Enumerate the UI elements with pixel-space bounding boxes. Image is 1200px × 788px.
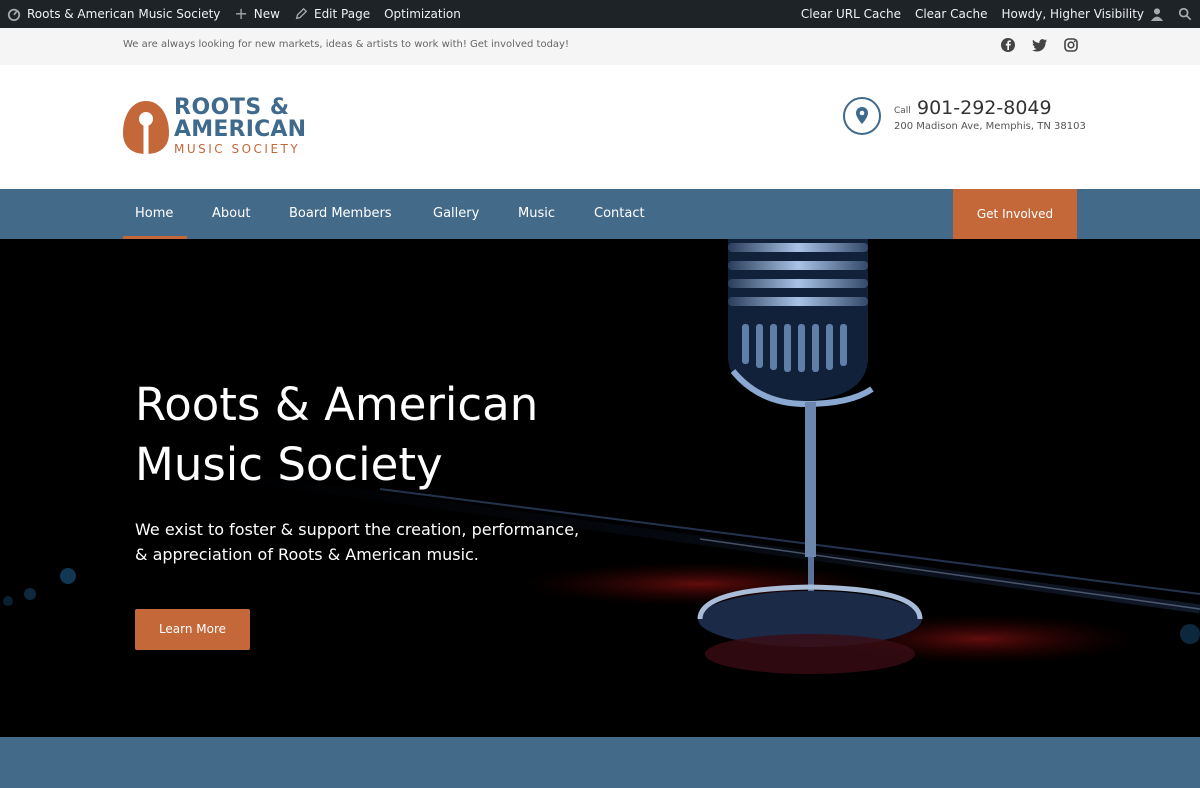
- pencil-icon: [295, 7, 308, 20]
- wp-admin-bar: Roots & American Music Society + New Edi…: [0, 0, 1200, 28]
- top-announcement-bar: We are always looking for new markets, i…: [0, 28, 1200, 65]
- nav-home[interactable]: Home: [135, 189, 173, 239]
- clear-url-cache-button[interactable]: Clear URL Cache: [794, 0, 908, 28]
- nav-music[interactable]: Music: [518, 189, 555, 239]
- logo-line-1: ROOTS &: [174, 95, 290, 120]
- guitar-pick-logo-icon: [123, 101, 169, 156]
- optimization-label: Optimization: [384, 7, 461, 21]
- admin-search-button[interactable]: [1171, 0, 1200, 28]
- nav-board-members[interactable]: Board Members: [289, 189, 392, 239]
- hero-subtitle-line-2: & appreciation of Roots & American music…: [135, 545, 479, 564]
- map-pin-icon: [856, 107, 868, 124]
- optimization-menu[interactable]: Optimization: [377, 0, 468, 28]
- clear-cache-label: Clear Cache: [914, 7, 988, 21]
- nav-gallery[interactable]: Gallery: [433, 189, 479, 239]
- next-section-band: [0, 737, 1200, 788]
- hero-title-line-1: Roots & American: [135, 378, 539, 431]
- search-icon: [1178, 7, 1192, 21]
- hero-title-line-2: Music Society: [135, 438, 443, 491]
- clear-cache-button[interactable]: Clear Cache: [908, 0, 995, 28]
- site-logo[interactable]: ROOTS & AMERICAN MUSIC SOCIETY: [122, 97, 322, 159]
- logo-line-2: AMERICAN: [174, 117, 307, 142]
- location-circle: [843, 97, 881, 135]
- facebook-icon[interactable]: [1000, 37, 1016, 53]
- learn-more-button[interactable]: Learn More: [135, 609, 250, 650]
- phone-number[interactable]: 901-292-8049: [917, 97, 1052, 119]
- nav-contact[interactable]: Contact: [594, 189, 645, 239]
- site-name-label: Roots & American Music Society: [27, 7, 221, 21]
- hero-subtitle-line-1: We exist to foster & support the creatio…: [135, 520, 580, 539]
- dashboard-icon: [7, 8, 21, 21]
- hero-subtitle: We exist to foster & support the creatio…: [135, 517, 605, 567]
- logo-line-3: MUSIC SOCIETY: [174, 142, 301, 156]
- user-account-menu[interactable]: Howdy, Higher Visibility: [994, 0, 1171, 28]
- nav-about[interactable]: About: [212, 189, 250, 239]
- hero-section: Roots & American Music Society We exist …: [0, 239, 1200, 737]
- site-header: ROOTS & AMERICAN MUSIC SOCIETY Call 901-…: [0, 65, 1200, 189]
- new-label: New: [253, 7, 280, 21]
- get-involved-button[interactable]: Get Involved: [953, 189, 1077, 239]
- twitter-icon[interactable]: [1032, 37, 1048, 53]
- call-label: Call: [894, 106, 911, 116]
- edit-page-label: Edit Page: [313, 7, 371, 21]
- user-avatar-icon: [1150, 8, 1164, 21]
- edit-page-link[interactable]: Edit Page: [287, 0, 377, 28]
- instagram-icon[interactable]: [1063, 37, 1079, 53]
- plus-icon: +: [234, 4, 248, 23]
- howdy-label: Howdy, Higher Visibility: [1001, 7, 1144, 21]
- hero-title: Roots & American Music Society: [135, 375, 695, 495]
- new-menu[interactable]: + New: [227, 0, 287, 28]
- clear-url-cache-label: Clear URL Cache: [800, 7, 901, 21]
- announcement-text: We are always looking for new markets, i…: [123, 39, 569, 50]
- address-text: 200 Madison Ave, Memphis, TN 38103: [894, 121, 1086, 132]
- site-name-menu[interactable]: Roots & American Music Society: [0, 0, 227, 28]
